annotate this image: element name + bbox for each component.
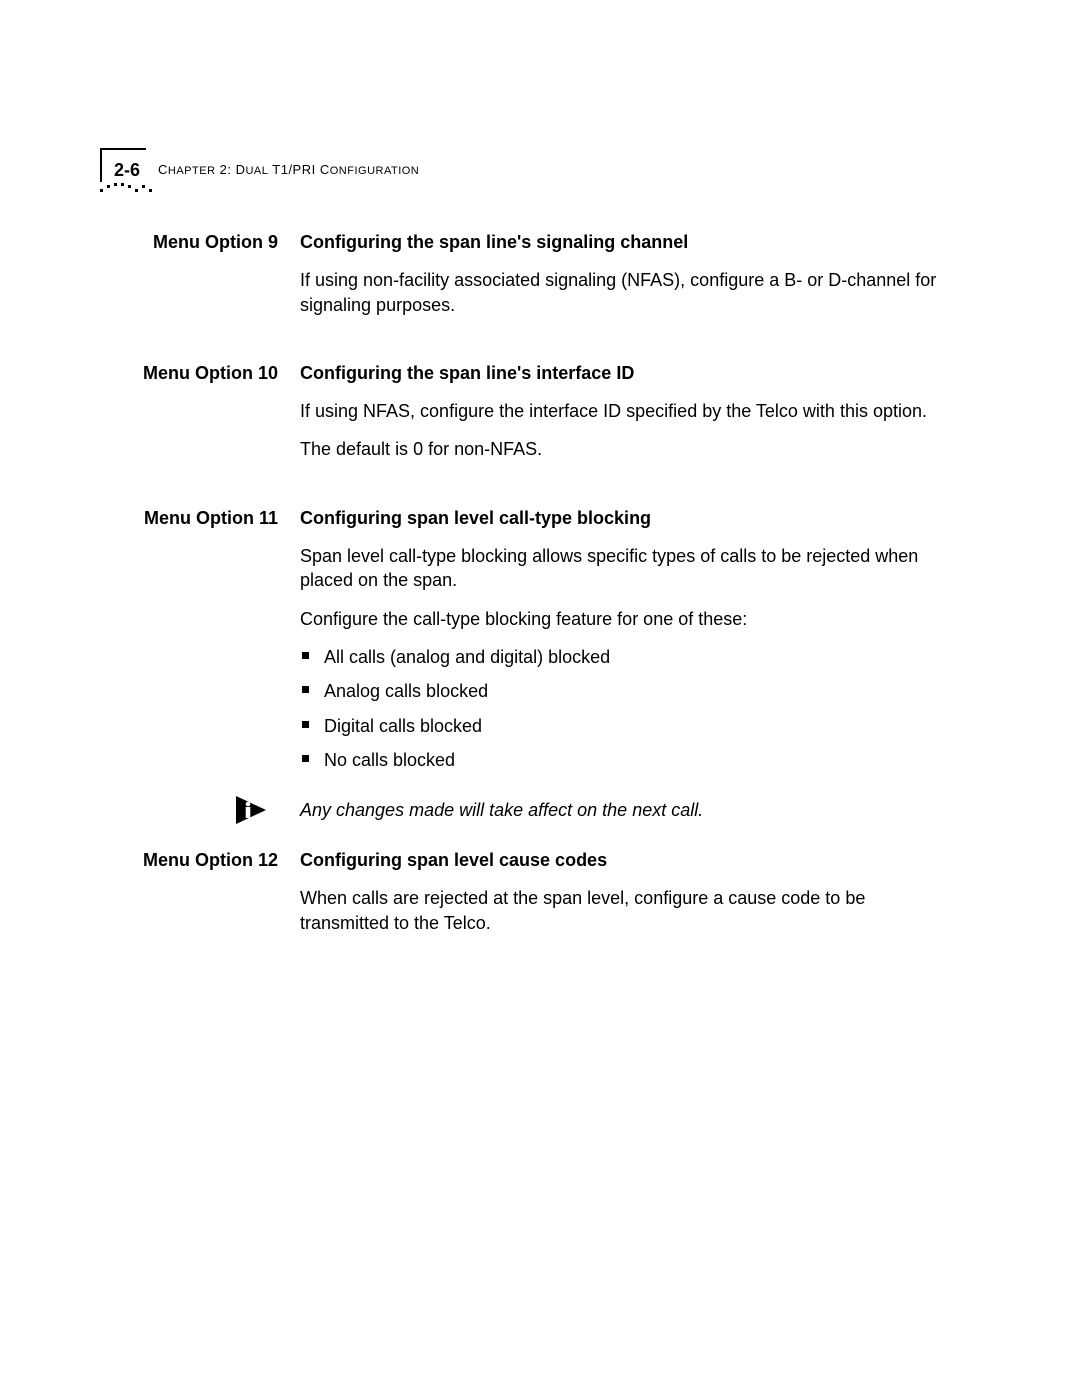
chapter-text-part: HAPTER <box>168 165 216 177</box>
decorative-dots-icon <box>100 182 160 196</box>
list-item: Analog calls blocked <box>300 679 940 703</box>
section-body: Configuring span level call-type blockin… <box>300 506 940 786</box>
chapter-text-part: UAL <box>245 165 268 177</box>
section-heading: Configuring span level cause codes <box>300 848 940 872</box>
page: 2-6 CHAPTER 2: DUAL T1/PRI CONFIGURATION… <box>0 0 1080 1397</box>
section-body: Configuring the span line's interface ID… <box>300 361 940 476</box>
chapter-text-part: C <box>158 162 168 177</box>
paragraph: The default is 0 for non-NFAS. <box>300 437 940 461</box>
chapter-title: CHAPTER 2: DUAL T1/PRI CONFIGURATION <box>158 162 419 177</box>
section-menu-option-10: Menu Option 10 Configuring the span line… <box>100 361 980 476</box>
section-label: Menu Option 12 <box>100 848 300 872</box>
section-body: Configuring the span line's signaling ch… <box>300 230 940 331</box>
note-text: Any changes made will take affect on the… <box>300 798 940 822</box>
content-area: Menu Option 9 Configuring the span line'… <box>100 230 980 957</box>
header-rule-horizontal <box>100 148 146 150</box>
paragraph: If using non-facility associated signali… <box>300 268 940 317</box>
section-menu-option-11: Menu Option 11 Configuring span level ca… <box>100 506 980 786</box>
section-label: Menu Option 11 <box>100 506 300 530</box>
paragraph: Span level call-type blocking allows spe… <box>300 544 940 593</box>
paragraph: Configure the call-type blocking feature… <box>300 607 940 631</box>
section-heading: Configuring the span line's signaling ch… <box>300 230 940 254</box>
list-item: No calls blocked <box>300 748 940 772</box>
list-item: All calls (analog and digital) blocked <box>300 645 940 669</box>
header-rule-vertical <box>100 148 102 182</box>
section-label: Menu Option 9 <box>100 230 300 254</box>
chapter-text-part: 2: D <box>216 162 246 177</box>
note-icon-container <box>100 794 300 826</box>
page-number: 2-6 <box>114 160 140 181</box>
list-item: Digital calls blocked <box>300 714 940 738</box>
note-row: Any changes made will take affect on the… <box>100 794 980 826</box>
paragraph: If using NFAS, configure the interface I… <box>300 399 940 423</box>
section-heading: Configuring the span line's interface ID <box>300 361 940 385</box>
section-label: Menu Option 10 <box>100 361 300 385</box>
section-menu-option-9: Menu Option 9 Configuring the span line'… <box>100 230 980 331</box>
chapter-text-part: T1/PRI C <box>268 162 329 177</box>
info-arrow-icon <box>236 794 278 826</box>
section-heading: Configuring span level call-type blockin… <box>300 506 940 530</box>
section-menu-option-12: Menu Option 12 Configuring span level ca… <box>100 848 980 949</box>
section-body: Configuring span level cause codes When … <box>300 848 940 949</box>
paragraph: When calls are rejected at the span leve… <box>300 886 940 935</box>
bullet-list: All calls (analog and digital) blocked A… <box>300 645 940 772</box>
chapter-text-part: ONFIGURATION <box>330 165 420 177</box>
